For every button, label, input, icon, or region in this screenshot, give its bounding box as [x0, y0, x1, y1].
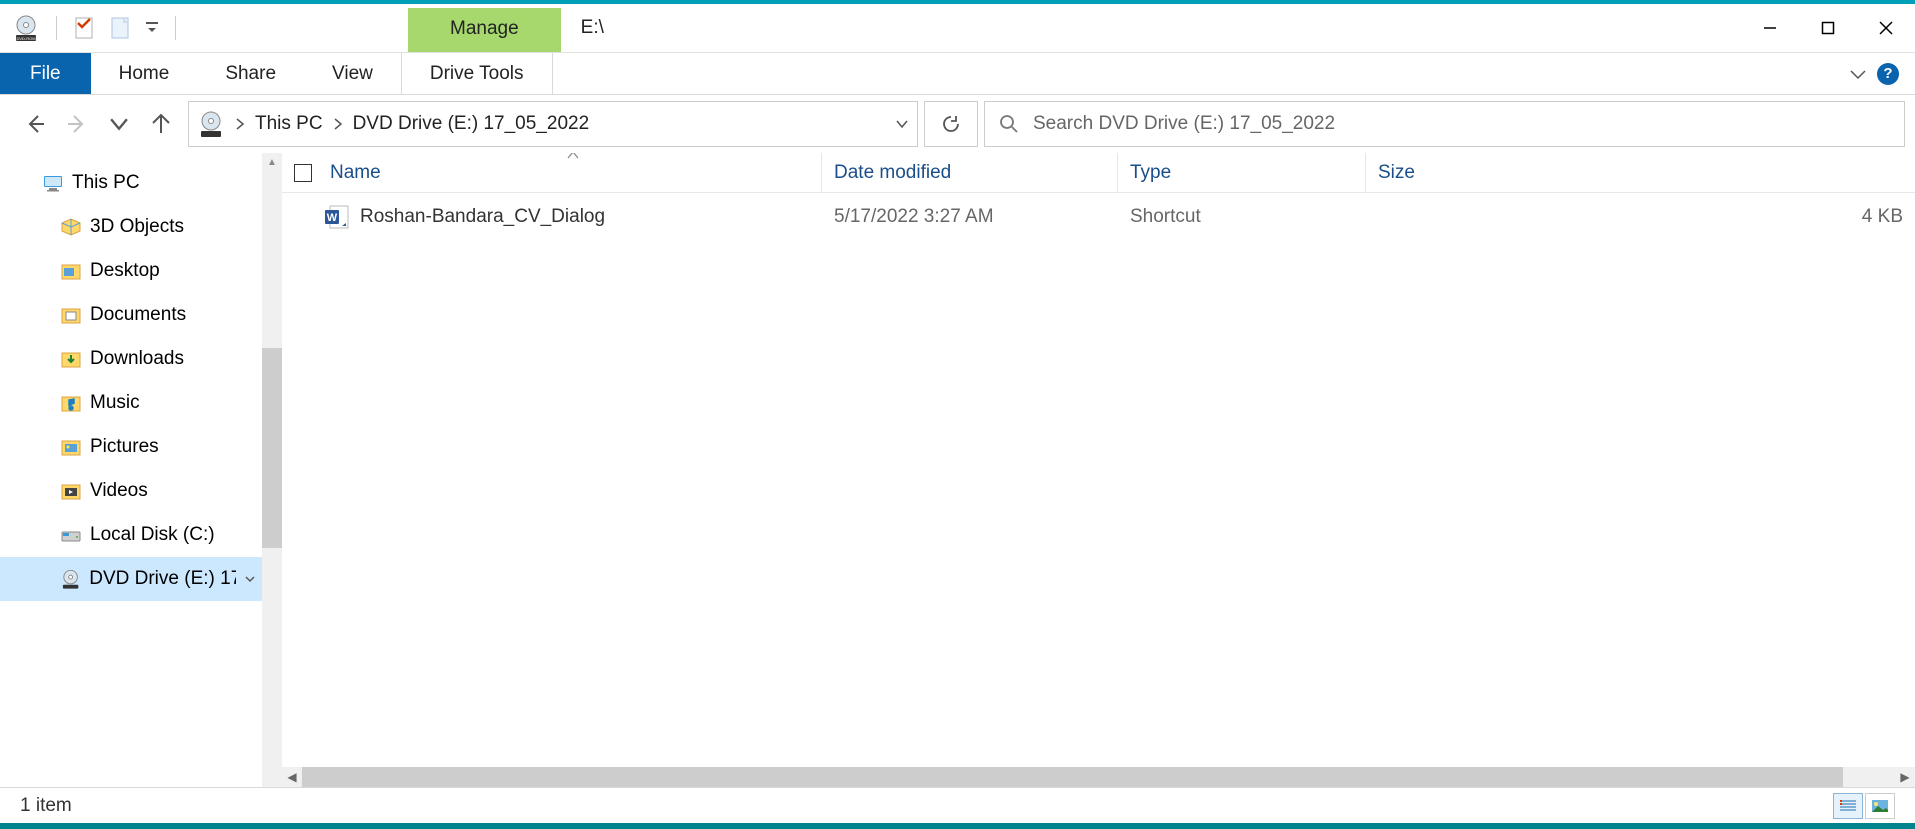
- sidebar-item-local-disk[interactable]: Local Disk (C:): [0, 513, 262, 557]
- ribbon-right-controls: ?: [1849, 53, 1899, 94]
- sort-asc-icon: [567, 153, 579, 159]
- maximize-button[interactable]: [1799, 4, 1857, 52]
- breadcrumb-sep-icon[interactable]: [235, 117, 245, 131]
- view-switcher: [1833, 793, 1895, 819]
- file-row[interactable]: W Roshan-Bandara_CV_Dialog 5/17/2022 3:2…: [282, 193, 1915, 241]
- sidebar-item-downloads[interactable]: Downloads: [0, 337, 262, 381]
- tab-drive-tools[interactable]: Drive Tools: [401, 53, 553, 94]
- help-icon[interactable]: ?: [1877, 63, 1899, 85]
- sidebar-item-videos[interactable]: Videos: [0, 469, 262, 513]
- column-size[interactable]: Size: [1366, 153, 1915, 192]
- sidebar-scrollbar[interactable]: ▲: [262, 153, 282, 787]
- column-name[interactable]: Name: [324, 153, 822, 192]
- tab-share[interactable]: Share: [197, 53, 304, 94]
- chevron-down-icon[interactable]: [244, 573, 256, 585]
- sidebar-item-3d-objects[interactable]: 3D Objects: [0, 205, 262, 249]
- location-icon: [197, 110, 225, 138]
- address-dropdown-icon[interactable]: [895, 117, 909, 131]
- tab-home[interactable]: Home: [91, 53, 198, 94]
- column-headers: Name Date modified Type Size: [282, 153, 1915, 193]
- svg-text:DVD-ROM: DVD-ROM: [16, 36, 35, 41]
- scroll-right-icon[interactable]: ▶: [1895, 770, 1915, 784]
- sidebar-item-this-pc[interactable]: This PC: [0, 161, 262, 205]
- sidebar-item-label: Pictures: [90, 436, 159, 458]
- nav-buttons: [10, 113, 182, 135]
- tab-view[interactable]: View: [304, 53, 401, 94]
- breadcrumb-sep-icon[interactable]: [333, 117, 343, 131]
- sidebar-item-label: Music: [90, 392, 140, 414]
- sidebar-item-label: Local Disk (C:): [90, 524, 215, 546]
- contextual-tab-group: Manage: [408, 4, 561, 52]
- file-size: 4 KB: [1366, 206, 1915, 228]
- sidebar-item-label: Videos: [90, 480, 148, 502]
- file-rows: W Roshan-Bandara_CV_Dialog 5/17/2022 3:2…: [282, 193, 1915, 767]
- app-icon: DVD-ROM: [12, 14, 40, 42]
- minimize-button[interactable]: [1741, 4, 1799, 52]
- window-controls: [1741, 4, 1915, 52]
- breadcrumb-current[interactable]: DVD Drive (E:) 17_05_2022: [353, 113, 590, 135]
- sidebar-item-pictures[interactable]: Pictures: [0, 425, 262, 469]
- scroll-up-icon[interactable]: ▲: [262, 157, 282, 168]
- separator: [175, 16, 176, 40]
- item-count: 1 item: [20, 795, 72, 817]
- sidebar-item-label: Documents: [90, 304, 186, 326]
- file-date: 5/17/2022 3:27 AM: [822, 206, 1118, 228]
- svg-text:W: W: [327, 212, 338, 224]
- title-bar: DVD-ROM Manage E:\: [0, 0, 1915, 53]
- window-title: E:\: [581, 17, 604, 39]
- close-button[interactable]: [1857, 4, 1915, 52]
- search-box[interactable]: [984, 101, 1905, 147]
- file-name: Roshan-Bandara_CV_Dialog: [360, 206, 605, 228]
- manage-tab[interactable]: Manage: [408, 8, 561, 52]
- status-bar: 1 item: [0, 787, 1915, 823]
- sidebar-container: This PC 3D Objects Desktop Documents Dow…: [0, 153, 282, 787]
- separator: [56, 16, 57, 40]
- main-area: This PC 3D Objects Desktop Documents Dow…: [0, 153, 1915, 787]
- navigation-bar: This PC DVD Drive (E:) 17_05_2022: [0, 95, 1915, 153]
- recent-locations-icon[interactable]: [108, 113, 130, 135]
- column-type[interactable]: Type: [1118, 153, 1366, 192]
- scroll-left-icon[interactable]: ◀: [282, 770, 302, 784]
- file-type: Shortcut: [1118, 206, 1366, 228]
- search-input[interactable]: [1033, 113, 1890, 135]
- ribbon-tabs: File Home Share View Drive Tools ?: [0, 53, 1915, 95]
- properties-icon[interactable]: [73, 16, 97, 40]
- word-doc-icon: W: [324, 204, 350, 230]
- horizontal-scrollbar[interactable]: ◀ ▶: [282, 767, 1915, 787]
- column-date[interactable]: Date modified: [822, 153, 1118, 192]
- tab-file[interactable]: File: [0, 53, 91, 94]
- thumbnails-view-button[interactable]: [1865, 793, 1895, 819]
- qat-dropdown-icon[interactable]: [145, 21, 159, 35]
- back-button[interactable]: [24, 113, 46, 135]
- refresh-button[interactable]: [924, 101, 978, 147]
- sidebar-item-label: Desktop: [90, 260, 160, 282]
- search-icon: [999, 114, 1019, 134]
- breadcrumb-root[interactable]: This PC: [255, 113, 323, 135]
- window-border: [0, 823, 1915, 829]
- new-folder-icon[interactable]: [109, 16, 133, 40]
- quick-access-toolbar: DVD-ROM: [0, 14, 180, 42]
- sidebar-item-dvd-drive[interactable]: DVD Drive (E:) 17: [0, 557, 262, 601]
- up-button[interactable]: [150, 113, 172, 135]
- forward-button[interactable]: [66, 113, 88, 135]
- scrollbar-thumb[interactable]: [302, 767, 1843, 787]
- sidebar-item-label: 3D Objects: [90, 216, 184, 238]
- file-list-pane: Name Date modified Type Size W Roshan-Ba…: [282, 153, 1915, 787]
- sidebar-item-music[interactable]: Music: [0, 381, 262, 425]
- address-bar[interactable]: This PC DVD Drive (E:) 17_05_2022: [188, 101, 918, 147]
- details-view-button[interactable]: [1833, 793, 1863, 819]
- sidebar-item-documents[interactable]: Documents: [0, 293, 262, 337]
- navigation-pane[interactable]: This PC 3D Objects Desktop Documents Dow…: [0, 153, 262, 787]
- sidebar-item-label: This PC: [72, 172, 140, 194]
- select-all-checkbox[interactable]: [282, 164, 324, 182]
- expand-ribbon-icon[interactable]: [1849, 65, 1867, 83]
- sidebar-item-label: DVD Drive (E:) 17: [89, 568, 236, 590]
- scrollbar-thumb[interactable]: [262, 348, 282, 548]
- sidebar-item-label: Downloads: [90, 348, 184, 370]
- sidebar-item-desktop[interactable]: Desktop: [0, 249, 262, 293]
